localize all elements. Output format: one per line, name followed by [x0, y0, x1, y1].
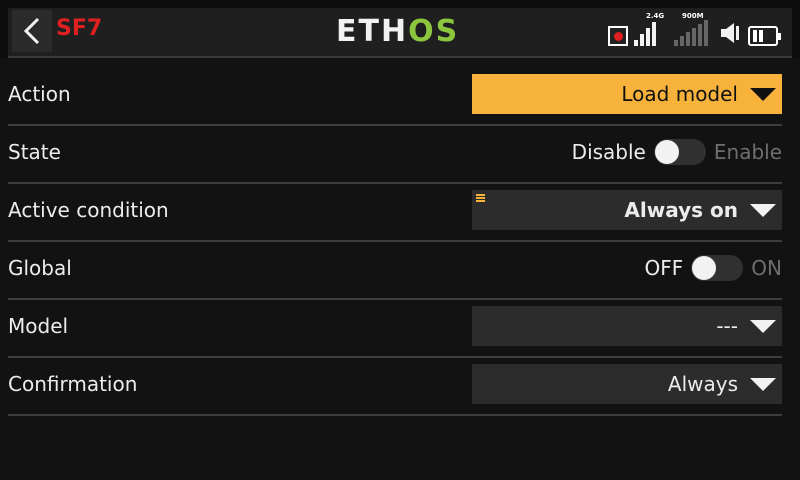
action-dropdown[interactable]: Load model — [472, 74, 782, 114]
action-value: Load model — [621, 82, 738, 106]
back-button[interactable] — [12, 10, 52, 52]
state-on-label: Enable — [713, 140, 782, 164]
dropdown-arrow-icon — [750, 204, 776, 217]
global-toggle-group: OFF ON — [645, 240, 782, 296]
confirmation-value: Always — [667, 372, 738, 396]
dropdown-arrow-icon — [750, 378, 776, 391]
record-icon[interactable] — [608, 26, 628, 46]
signal-24g-label: 2.4G — [646, 12, 665, 20]
global-label: Global — [8, 256, 72, 280]
active-condition-dropdown[interactable]: Always on — [472, 190, 782, 230]
global-off-label: OFF — [644, 256, 684, 280]
global-toggle[interactable] — [691, 255, 744, 281]
state-toggle[interactable] — [653, 139, 706, 165]
model-label: Model — [8, 314, 69, 338]
signal-900m-label: 900M — [682, 12, 704, 20]
row-model: Model --- — [8, 298, 782, 358]
confirmation-dropdown[interactable]: Always — [472, 364, 782, 404]
confirmation-label: Confirmation — [8, 372, 138, 396]
signal-900m-icon: 900M — [674, 12, 714, 46]
action-label: Action — [8, 82, 71, 106]
status-bar: 2.4G 900M — [608, 12, 781, 46]
state-toggle-group: Disable Enable — [572, 124, 782, 180]
ethos-logo: ETHOS — [336, 14, 459, 49]
active-condition-label: Active condition — [8, 198, 169, 222]
row-confirmation: Confirmation Always — [8, 356, 782, 416]
page-title: SF7 — [56, 16, 103, 41]
row-action: Action Load model — [8, 66, 782, 126]
state-label: State — [8, 140, 61, 164]
logo-text-right: OS — [408, 14, 460, 49]
active-condition-value: Always on — [624, 198, 738, 222]
signal-24g-icon: 2.4G — [634, 12, 668, 46]
global-on-label: ON — [751, 256, 782, 280]
header: SF7 ETHOS 2.4G 900M — [0, 0, 800, 58]
row-state: State Disable Enable — [8, 124, 782, 184]
speaker-muted-icon[interactable] — [720, 20, 742, 46]
row-global: Global OFF ON — [8, 240, 782, 300]
toggle-knob — [654, 140, 679, 164]
menu-icon[interactable] — [476, 194, 485, 202]
battery-icon — [748, 26, 781, 46]
dropdown-arrow-icon — [750, 88, 776, 101]
toggle-knob — [692, 256, 717, 280]
row-active-condition: Active condition Always on — [8, 182, 782, 242]
chevron-left-icon — [23, 17, 40, 45]
logo-text-left: ETH — [336, 14, 409, 49]
model-value: --- — [716, 314, 738, 338]
state-off-label: Disable — [571, 140, 646, 164]
model-dropdown[interactable]: --- — [472, 306, 782, 346]
dropdown-arrow-icon — [750, 320, 776, 333]
